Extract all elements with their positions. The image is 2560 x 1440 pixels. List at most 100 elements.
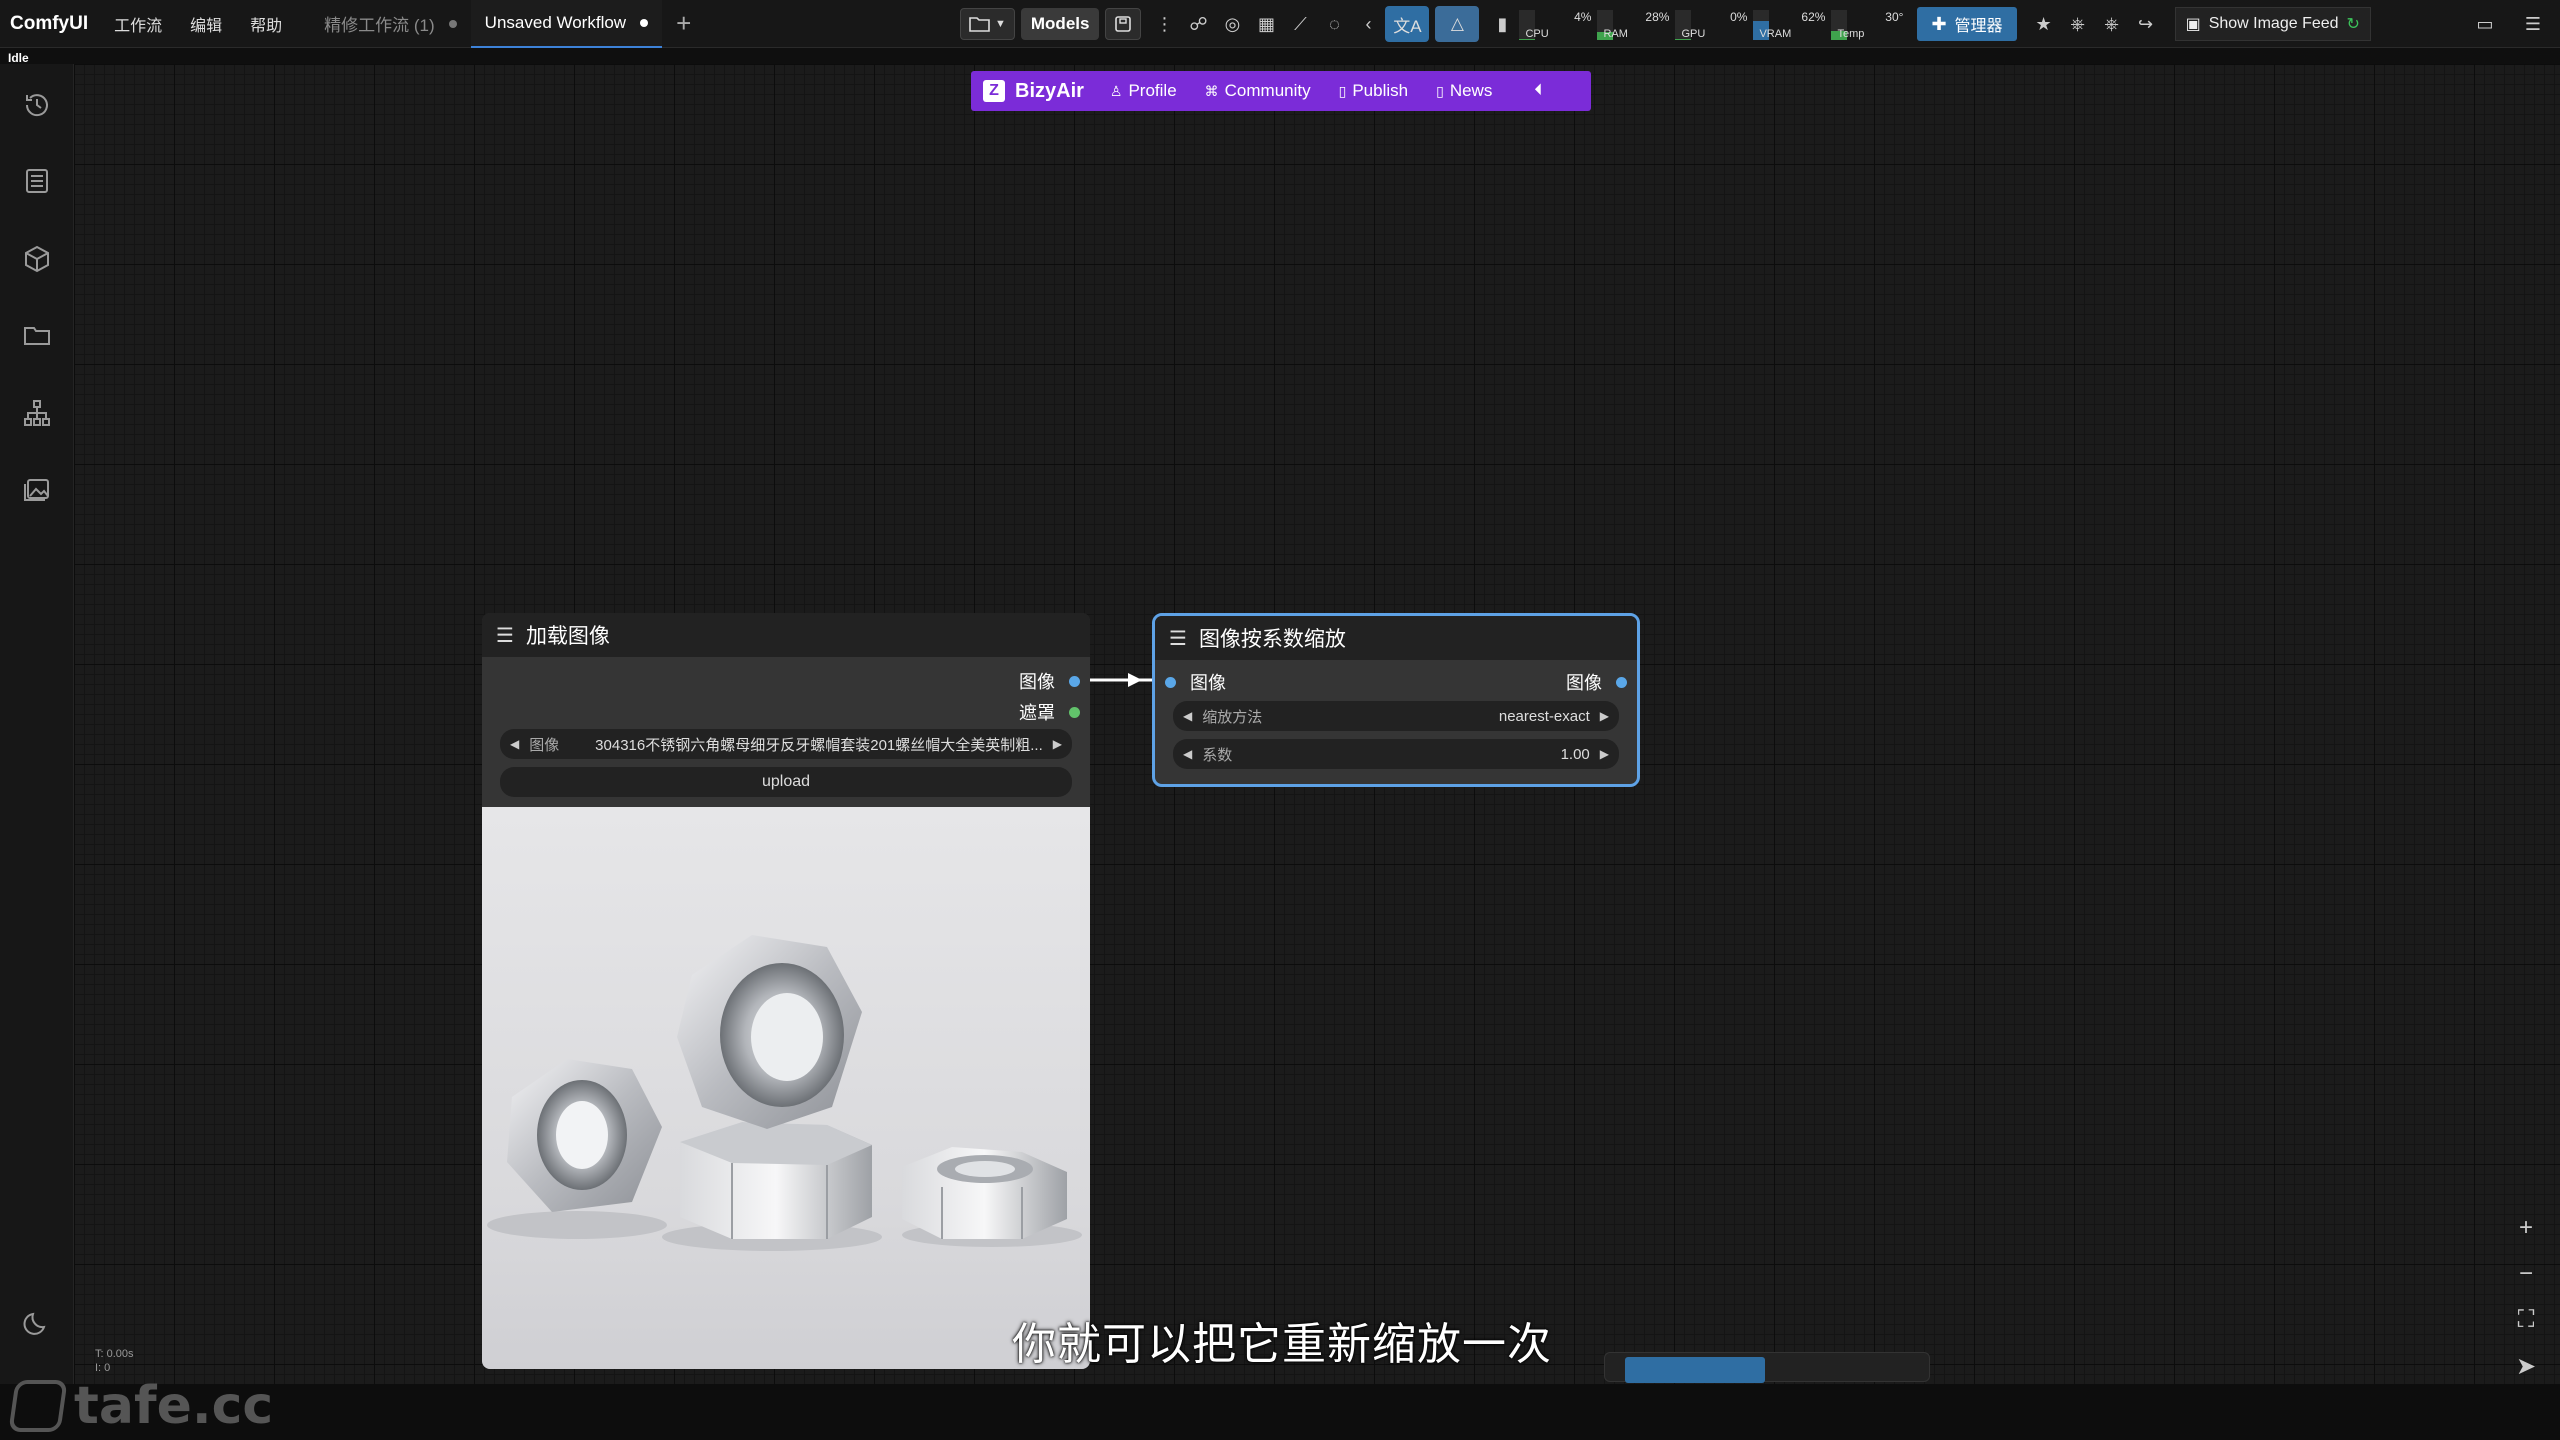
triangle-tool-button[interactable]: △ bbox=[1435, 6, 1480, 42]
node-menu-icon[interactable]: ☰ bbox=[496, 623, 514, 648]
hamburger-menu-icon[interactable]: ☰ bbox=[2516, 6, 2550, 42]
save-button[interactable] bbox=[1105, 8, 1142, 40]
upload-button[interactable]: upload bbox=[500, 767, 1072, 797]
meter-label: Temp bbox=[1837, 28, 1865, 40]
hex-nuts-image bbox=[487, 935, 1082, 1251]
theme-toggle-icon[interactable] bbox=[18, 1304, 56, 1342]
hand-alt-icon[interactable]: ⎈ bbox=[2095, 6, 2129, 42]
refresh-icon: ↻ bbox=[2346, 16, 2360, 33]
panel-toggle-icon[interactable]: ▭ bbox=[2468, 6, 2502, 42]
table-icon[interactable]: ▦ bbox=[1249, 6, 1283, 42]
slot-label: 图像 bbox=[1190, 673, 1226, 693]
node-link-connection[interactable] bbox=[1090, 670, 1158, 690]
stats-time: T: 0.00s bbox=[95, 1348, 134, 1360]
queue-run-button[interactable] bbox=[1625, 1357, 1765, 1383]
decrement-arrow-icon[interactable]: ◀ bbox=[510, 737, 519, 751]
meter-label: VRAM bbox=[1759, 28, 1792, 40]
vram-meter: VRAM 62% bbox=[1753, 4, 1829, 44]
output-slot-mask[interactable]: 遮罩 bbox=[1019, 699, 1080, 725]
node-library-icon[interactable] bbox=[18, 394, 56, 432]
image-scale-by-node[interactable]: ☰ 图像按系数缩放 图像 图像 ◀ 缩放方法 nearest-exact ▶ ◀… bbox=[1152, 613, 1640, 787]
render-stats: T: 0.00s I: 0 bbox=[95, 1347, 134, 1375]
tab-label: 精修工作流 (1) bbox=[324, 16, 435, 35]
share-icon[interactable]: ↪ bbox=[2129, 6, 2163, 42]
folder-dropdown-button[interactable]: ▼ bbox=[960, 8, 1015, 40]
upscale-method-widget[interactable]: ◀ 缩放方法 nearest-exact ▶ bbox=[1173, 701, 1619, 731]
decrement-arrow-icon[interactable]: ◀ bbox=[1183, 709, 1192, 723]
zoom-in-icon[interactable]: + bbox=[2519, 1214, 2533, 1242]
bizyair-news-link[interactable]: ▯ News bbox=[1436, 81, 1492, 101]
nav-label: Community bbox=[1224, 81, 1311, 100]
queue-icon[interactable] bbox=[18, 162, 56, 200]
watermark: tafe.cc bbox=[8, 1376, 273, 1436]
manager-button[interactable]: ✚ 管理器 bbox=[1917, 7, 2017, 41]
decrement-arrow-icon[interactable]: ◀ bbox=[1183, 747, 1192, 761]
status-label: Idle bbox=[8, 51, 29, 65]
node-menu-icon[interactable]: ☰ bbox=[1169, 626, 1187, 651]
node-header[interactable]: ☰ 图像按系数缩放 bbox=[1155, 616, 1637, 660]
collapse-icon[interactable]: ⏴ bbox=[1534, 82, 1542, 100]
scale-factor-widget[interactable]: ◀ 系数 1.00 ▶ bbox=[1173, 739, 1619, 769]
menu-workflow[interactable]: 工作流 bbox=[114, 12, 162, 36]
chart-icon[interactable]: ⟋ bbox=[1283, 6, 1317, 42]
input-slot-image[interactable]: 图像 bbox=[1165, 669, 1226, 695]
nav-label: News bbox=[1449, 81, 1493, 100]
chat-icon[interactable]: ◌ bbox=[1317, 6, 1351, 42]
command-icon: ⌘ bbox=[1204, 82, 1219, 99]
increment-arrow-icon[interactable]: ▶ bbox=[1600, 747, 1609, 761]
zoom-out-icon[interactable]: − bbox=[2519, 1260, 2533, 1288]
bizyair-community-link[interactable]: ⌘ Community bbox=[1205, 81, 1311, 101]
star-icon[interactable]: ★ bbox=[2027, 6, 2061, 42]
increment-arrow-icon[interactable]: ▶ bbox=[1600, 709, 1609, 723]
load-image-node[interactable]: ☰ 加载图像 图像 遮罩 ◀ 图像 304316不锈钢六角螺母细牙反牙螺帽套装2… bbox=[482, 613, 1090, 1369]
model-library-icon[interactable] bbox=[18, 240, 56, 278]
send-icon[interactable]: ➤ bbox=[2516, 1352, 2536, 1381]
node-title: 加载图像 bbox=[525, 625, 610, 648]
nav-label: Profile bbox=[1128, 81, 1177, 100]
chevron-left-icon[interactable]: ‹ bbox=[1351, 6, 1385, 42]
translate-button[interactable]: 文A bbox=[1385, 6, 1430, 42]
show-image-feed-button[interactable]: ▣ Show Image Feed ↻ bbox=[2174, 7, 2371, 41]
output-slot-image[interactable]: 图像 bbox=[1019, 668, 1080, 694]
check-circle-icon[interactable]: ◎ bbox=[1215, 6, 1249, 42]
top-bar: ComfyUI 工作流 编辑 帮助 精修工作流 (1) Unsaved Work… bbox=[0, 0, 2560, 48]
hand-icon[interactable]: ⎈ bbox=[2061, 6, 2095, 42]
cpu-meter: CPU 4% bbox=[1519, 4, 1595, 44]
folder-icon bbox=[969, 17, 990, 32]
bottom-bar bbox=[0, 1384, 2560, 1440]
bizyair-toolbar: Z BizyAir ♙ Profile ⌘ Community ▯ Publish ▯… bbox=[971, 71, 1591, 111]
more-vertical-icon[interactable]: ⋮ bbox=[1147, 6, 1181, 42]
widget-label: 缩放方法 bbox=[1202, 708, 1263, 726]
menu-help[interactable]: 帮助 bbox=[250, 12, 282, 36]
window-controls: ▭ ☰ bbox=[2468, 6, 2550, 42]
bizyair-profile-link[interactable]: ♙ Profile bbox=[1110, 81, 1177, 101]
node-header[interactable]: ☰ 加载图像 bbox=[482, 613, 1090, 657]
watermark-logo-icon bbox=[8, 1380, 68, 1432]
widget-value: 304316不锈钢六角螺母细牙反牙螺帽套装201螺丝帽大全美英制粗... bbox=[595, 736, 1043, 754]
workflows-icon[interactable] bbox=[18, 316, 56, 354]
node-title: 图像按系数缩放 bbox=[1198, 628, 1346, 651]
bizyair-brand[interactable]: BizyAir bbox=[1015, 80, 1084, 103]
image-combo-widget[interactable]: ◀ 图像 304316不锈钢六角螺母细牙反牙螺帽套装201螺丝帽大全美英制粗..… bbox=[500, 729, 1072, 759]
increment-arrow-icon[interactable]: ▶ bbox=[1053, 737, 1062, 751]
history-icon[interactable] bbox=[18, 86, 56, 124]
tab-workflow-1[interactable]: 精修工作流 (1) bbox=[310, 0, 471, 48]
models-button[interactable]: Models bbox=[1020, 8, 1100, 40]
tab-label: Unsaved Workflow bbox=[484, 12, 627, 32]
widget-label: 系数 bbox=[1202, 746, 1233, 764]
news-icon: ▯ bbox=[1436, 82, 1444, 99]
image-gallery-icon[interactable] bbox=[18, 470, 56, 508]
fit-view-icon[interactable]: ⛶ bbox=[2518, 1306, 2535, 1334]
bookmark-icon[interactable]: ▮ bbox=[1485, 6, 1519, 42]
user-icon: ♙ bbox=[1109, 82, 1123, 99]
app-logo[interactable]: ComfyUI bbox=[10, 13, 88, 35]
tab-unsaved-workflow[interactable]: Unsaved Workflow bbox=[470, 0, 663, 48]
menu-edit[interactable]: 编辑 bbox=[190, 12, 222, 36]
output-slot-image[interactable]: 图像 bbox=[1566, 669, 1627, 695]
slot-dot-icon bbox=[1165, 676, 1176, 688]
new-tab-button[interactable]: + bbox=[676, 8, 691, 39]
slot-dot-icon bbox=[1069, 675, 1080, 687]
image-feed-label: Show Image Feed bbox=[2208, 15, 2339, 32]
bizyair-publish-link[interactable]: ▯ Publish bbox=[1339, 81, 1408, 101]
link-icon[interactable]: ☍ bbox=[1181, 6, 1215, 42]
